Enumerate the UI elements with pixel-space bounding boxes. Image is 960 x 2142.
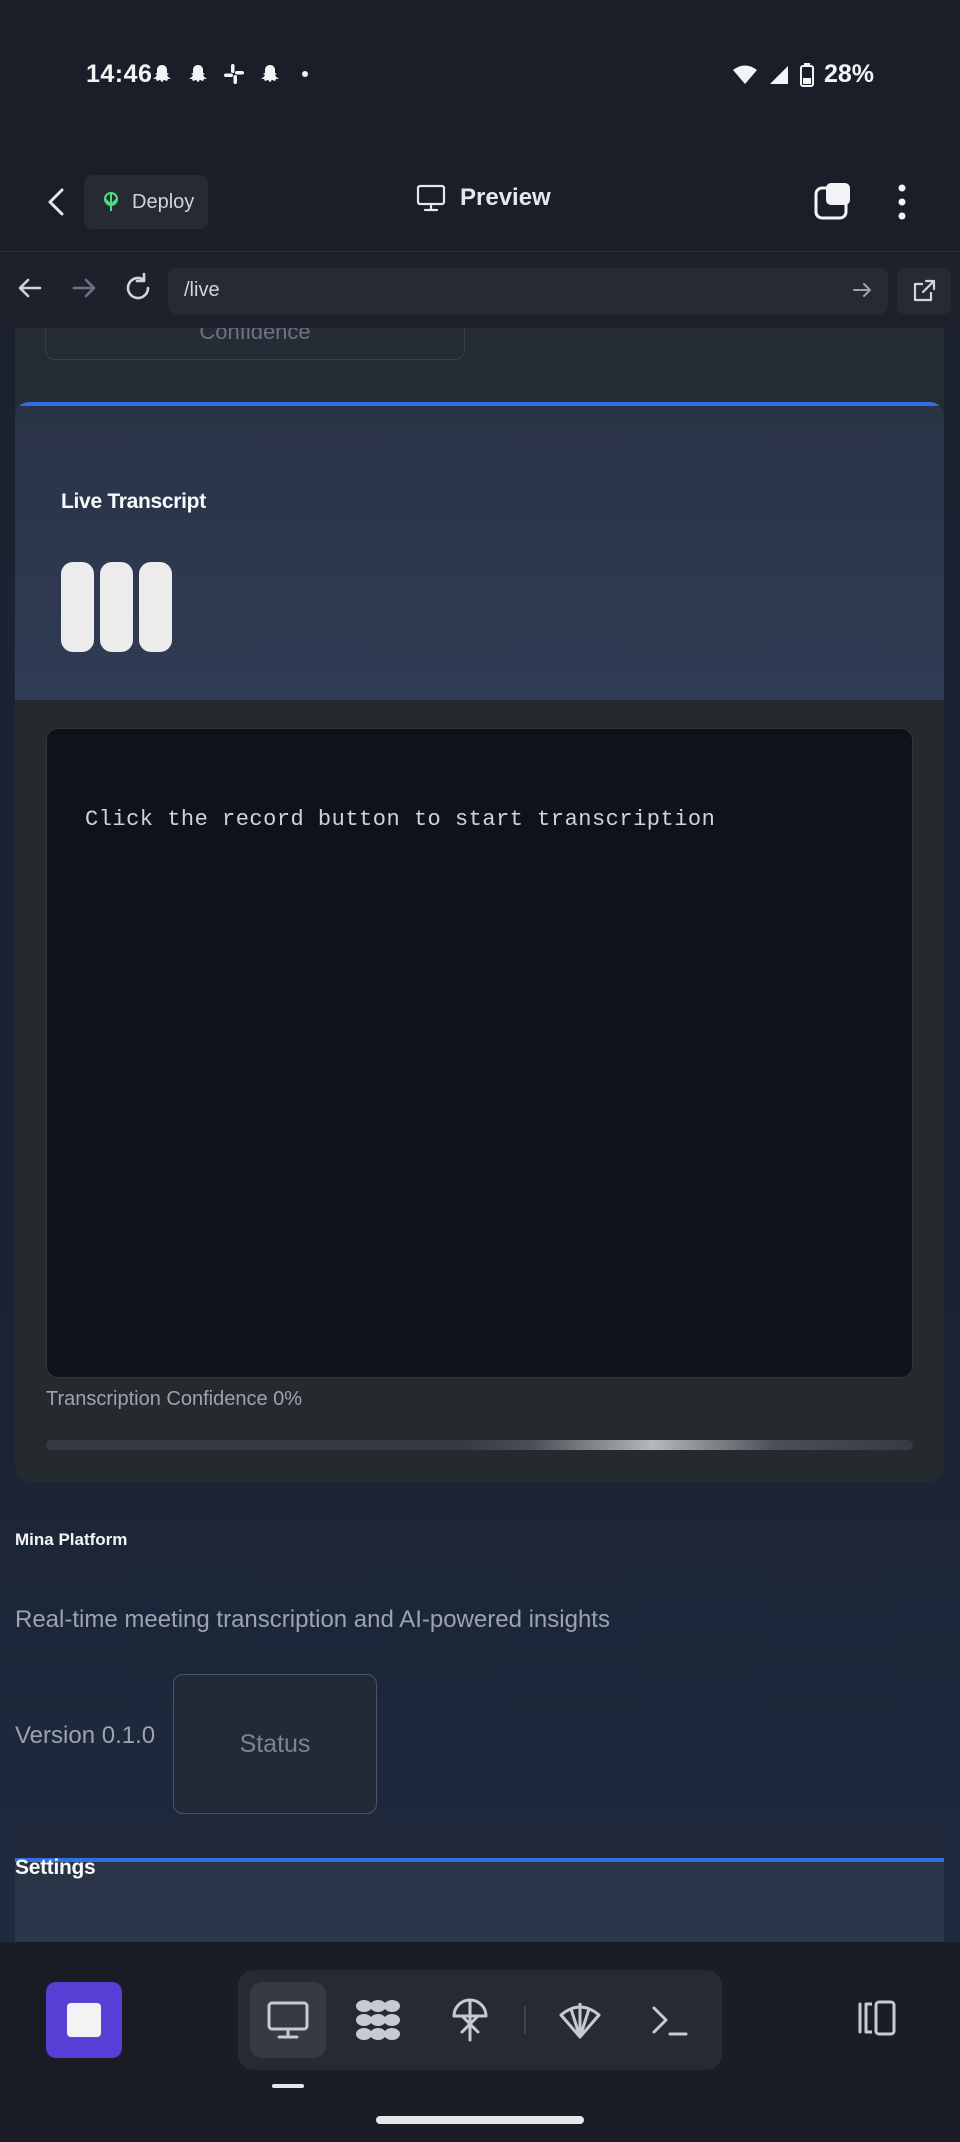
layout-toggle-button[interactable] (852, 1998, 898, 2038)
snapchat-icon (189, 65, 207, 82)
stop-button[interactable] (46, 1982, 122, 2058)
terminal-icon (652, 2006, 688, 2036)
tool-switcher (238, 1970, 722, 2070)
transcription-confidence-label: Transcription Confidence 0% (46, 1388, 303, 1410)
url-text: /live (184, 279, 220, 301)
home-gesture-bar[interactable] (376, 2116, 584, 2124)
status-time: 14:46 (86, 60, 153, 88)
transcript-placeholder: Click the record button to start transcr… (85, 807, 716, 832)
audio-bar (100, 562, 133, 652)
page-title: Preview (460, 184, 551, 211)
url-bar[interactable]: /live (168, 268, 888, 314)
go-arrow-icon[interactable] (850, 278, 874, 302)
more-options-button[interactable] (888, 180, 916, 224)
browser-back-button[interactable] (12, 270, 48, 306)
signal-icon (769, 65, 788, 84)
tool-desktop[interactable] (250, 1982, 326, 2058)
system-indicators: 28% (732, 60, 874, 89)
tool-deploy[interactable] (432, 1982, 508, 2058)
browser-reload-button[interactable] (120, 270, 156, 306)
settings-card: Settings (15, 1816, 944, 1942)
shell-icon (559, 2003, 601, 2039)
settings-title: Settings (15, 1856, 96, 1879)
confidence-label: Confidence (199, 328, 311, 344)
confidence-progress-bar (46, 1440, 913, 1450)
tool-divider (524, 2006, 526, 2034)
app-header: Deploy Preview (0, 150, 960, 252)
apps-grid-icon (356, 2000, 400, 2040)
arrow-left-icon (18, 278, 42, 298)
platform-description: Real-time meeting transcription and AI-p… (15, 1606, 610, 1633)
browser-forward-button[interactable] (66, 270, 102, 306)
deploy-icon (452, 1998, 488, 2042)
deploy-label: Deploy (132, 190, 195, 213)
snapchat-icon (153, 65, 171, 82)
more-vertical-icon (898, 184, 906, 220)
web-content[interactable]: Confidence Live Transcript Click the rec… (0, 328, 960, 1942)
split-view-icon (858, 2000, 896, 2036)
reload-icon (126, 272, 150, 300)
monitor-icon (416, 184, 446, 212)
status-button[interactable]: Status (173, 1674, 377, 1814)
browser-toolbar: /live (0, 252, 960, 328)
active-tool-indicator (272, 2084, 304, 2088)
snapchat-icon (261, 65, 279, 82)
tool-apps[interactable] (340, 1982, 416, 2058)
version-label: Version 0.1.0 (15, 1722, 156, 1749)
audio-level-bars (61, 562, 172, 652)
tabs-button[interactable] (812, 180, 856, 224)
battery-percentage: 28% (823, 60, 874, 88)
arrow-right-icon (72, 278, 96, 298)
battery-icon (799, 62, 814, 87)
tool-shell[interactable] (542, 1982, 618, 2058)
external-link-icon (913, 279, 936, 302)
deploy-button[interactable]: Deploy (84, 175, 208, 229)
desktop-icon (267, 2001, 309, 2039)
audio-bar (139, 562, 172, 652)
platform-title: Mina Platform (15, 1530, 128, 1549)
notification-icons (150, 62, 308, 86)
live-transcript-title: Live Transcript (61, 490, 206, 513)
live-transcript-card: Live Transcript Click the record button … (15, 402, 944, 1482)
system-status-bar: 14:46 28% (0, 0, 960, 150)
audio-bar (61, 562, 94, 652)
chevron-left-icon (48, 188, 64, 216)
back-button[interactable] (38, 182, 74, 222)
transcript-area[interactable]: Click the record button to start transcr… (46, 728, 913, 1378)
status-label: Status (239, 1729, 311, 1758)
settings-body (15, 1862, 944, 1942)
stop-icon (67, 2003, 101, 2037)
more-notifications-dot (302, 71, 308, 77)
open-external-button[interactable] (897, 268, 951, 314)
deploy-icon (104, 192, 118, 211)
confidence-box: Confidence (45, 328, 465, 360)
tabs-icon (814, 183, 850, 220)
tool-terminal[interactable] (632, 1982, 708, 2058)
wifi-icon (732, 65, 757, 84)
bottom-dock (0, 1942, 960, 2142)
preview-title: Preview (416, 184, 551, 212)
slack-icon (224, 64, 244, 84)
live-transcript-header: Live Transcript (15, 406, 944, 700)
